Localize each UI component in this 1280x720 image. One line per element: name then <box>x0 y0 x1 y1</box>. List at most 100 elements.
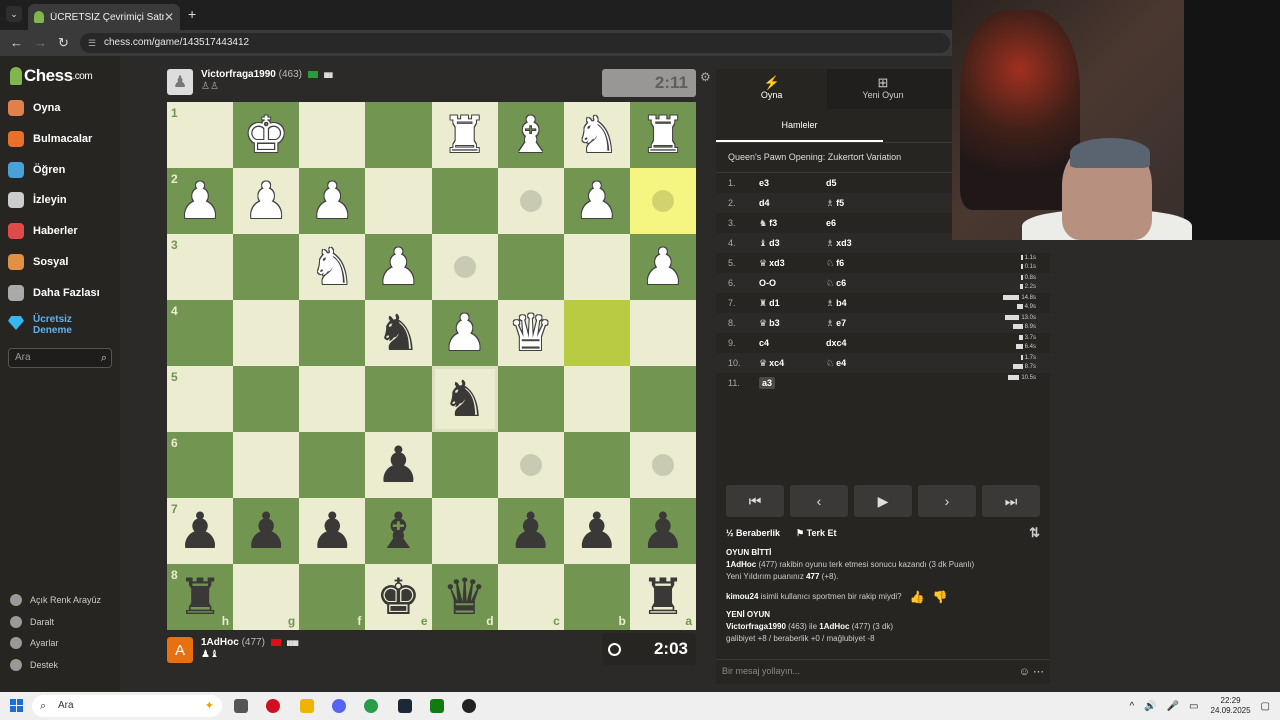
chess-logo[interactable]: Chess .com <box>10 66 93 86</box>
white-move[interactable]: ♜ d1 <box>759 298 826 309</box>
microphone-icon[interactable]: 🎤 <box>1167 701 1179 712</box>
volume-icon[interactable]: 🔊 <box>1144 701 1156 712</box>
sidebar-item-5[interactable]: Sosyal <box>8 254 68 270</box>
board-square[interactable] <box>233 366 300 432</box>
black-knight-piece[interactable]: ♞ <box>442 374 487 424</box>
black-move[interactable]: ♘ c6 <box>826 278 846 289</box>
board-square[interactable]: ♟ <box>365 432 432 498</box>
white-move[interactable]: ♞ f3 <box>759 218 826 229</box>
sidebar-footer-1[interactable]: Daralt <box>10 615 54 628</box>
legal-move-dot[interactable] <box>519 190 542 212</box>
black-pawn-piece[interactable]: ♟ <box>574 506 619 556</box>
black-move[interactable]: d5 <box>826 178 837 188</box>
browser-tab[interactable]: ÜCRETSİZ Çevrimiçi Satranç Oyn ✕ <box>28 4 180 30</box>
board-square[interactable] <box>299 300 366 366</box>
board-square[interactable] <box>629 168 696 234</box>
legal-move-dot[interactable] <box>519 454 542 476</box>
board-square[interactable]: ♜ 8 h <box>167 564 234 630</box>
board-square[interactable]: ♟ 7 <box>167 498 234 564</box>
site-info-icon[interactable]: ☰ <box>88 33 96 53</box>
board-square[interactable]: ♞ <box>431 366 498 432</box>
black-move[interactable]: ♘ e4 <box>826 358 846 369</box>
free-trial-link[interactable]: Ücretsiz Deneme <box>8 314 72 336</box>
notifications-icon[interactable]: ▢ <box>1261 701 1270 712</box>
board-square[interactable]: c <box>497 564 564 630</box>
sidebar-item-6[interactable]: Daha Fazlası <box>8 284 100 301</box>
white-pawn-piece[interactable]: ♟ <box>376 242 421 292</box>
board-square[interactable] <box>365 168 432 234</box>
board-square[interactable] <box>629 300 696 366</box>
new-tab-button[interactable]: + <box>188 6 196 22</box>
file-explorer-icon[interactable] <box>300 699 314 713</box>
board-square[interactable] <box>431 432 498 498</box>
play-button[interactable]: ▶ <box>854 485 912 517</box>
black-pawn-piece[interactable]: ♟ <box>641 506 686 556</box>
board-square[interactable] <box>431 234 498 300</box>
previous-move-button[interactable]: ‹ <box>790 485 848 517</box>
board-square[interactable] <box>563 300 630 366</box>
black-bishop-piece[interactable]: ♝ <box>376 506 421 556</box>
taskbar-search-input[interactable]: ⌕ Ara ✦ <box>32 695 222 717</box>
tab-plus[interactable]: ⊞ Yeni Oyun <box>827 69 938 109</box>
black-queen-piece[interactable]: ♛ <box>442 572 487 622</box>
board-square[interactable] <box>563 432 630 498</box>
avatar[interactable]: A <box>167 637 193 663</box>
board-square[interactable]: ♞ <box>365 300 432 366</box>
white-pawn-piece[interactable]: ♟ <box>310 176 355 226</box>
white-pawn-piece[interactable]: ♟ <box>178 176 223 226</box>
board-square[interactable]: ♚ <box>233 102 300 168</box>
white-queen-piece[interactable]: ♛ <box>508 308 553 358</box>
white-move[interactable]: ♛ b3 <box>759 318 826 329</box>
sidebar-footer-2[interactable]: Ayarlar <box>10 637 58 649</box>
board-square[interactable] <box>497 234 564 300</box>
sidebar-item-3[interactable]: İzleyin <box>8 192 67 209</box>
board-square[interactable]: ♟ <box>365 234 432 300</box>
board-square[interactable]: ♟ <box>497 498 564 564</box>
white-rook-piece[interactable]: ♜ <box>641 110 686 160</box>
black-pawn-piece[interactable]: ♟ <box>376 440 421 490</box>
board-square[interactable]: 6 <box>167 432 234 498</box>
board-square[interactable] <box>233 432 300 498</box>
black-rook-piece[interactable]: ♜ <box>641 572 686 622</box>
board-square[interactable]: ♟ <box>299 498 366 564</box>
result-player[interactable]: 1AdHoc <box>726 560 756 569</box>
opera-icon[interactable] <box>266 699 280 713</box>
network-icon[interactable]: ▭ <box>1189 701 1198 712</box>
board-square[interactable]: ♟ <box>233 168 300 234</box>
task-view-icon[interactable] <box>234 699 248 713</box>
legal-move-dot[interactable] <box>651 190 674 212</box>
board-square[interactable] <box>563 234 630 300</box>
board-square[interactable]: ♞ <box>299 234 366 300</box>
board-square[interactable]: ♟ 2 <box>167 168 234 234</box>
black-move[interactable]: ♗ xd3 <box>826 238 852 249</box>
steam-icon[interactable] <box>398 699 412 713</box>
sidebar-item-1[interactable]: Bulmacalar <box>8 130 92 147</box>
windows-start-icon[interactable] <box>10 699 23 712</box>
draw-button[interactable]: ½ Beraberlik <box>726 528 780 538</box>
board-square[interactable]: ♛ <box>497 300 564 366</box>
board-square[interactable]: ♛ d <box>431 564 498 630</box>
board-square[interactable]: ♟ <box>563 498 630 564</box>
black-king-piece[interactable]: ♚ <box>376 572 421 622</box>
white-bishop-piece[interactable]: ♝ <box>508 110 553 160</box>
tray-chevron-icon[interactable]: ^ <box>1129 701 1134 712</box>
white-pawn-piece[interactable]: ♟ <box>574 176 619 226</box>
forward-icon[interactable]: → <box>34 35 47 50</box>
black-move[interactable]: ♗ b4 <box>826 298 847 309</box>
board-square[interactable]: ♜ <box>431 102 498 168</box>
board-square[interactable] <box>431 168 498 234</box>
white-move[interactable]: ♛ xc4 <box>759 358 826 369</box>
emoji-icon[interactable]: ☺ ⋯ <box>1019 665 1044 678</box>
board-square[interactable] <box>431 498 498 564</box>
white-move[interactable]: ♝ d3 <box>759 238 826 249</box>
board-square[interactable] <box>497 168 564 234</box>
board-square[interactable]: 3 <box>167 234 234 300</box>
legal-move-dot[interactable] <box>453 256 476 278</box>
thumbs-down-icon[interactable]: 👎 <box>933 591 948 603</box>
black-move[interactable]: ♗ e7 <box>826 318 846 329</box>
chrome-icon[interactable] <box>364 699 378 713</box>
white-knight-piece[interactable]: ♞ <box>574 110 619 160</box>
legal-move-dot[interactable] <box>651 454 674 476</box>
black-pawn-piece[interactable]: ♟ <box>244 506 289 556</box>
board-square[interactable]: g <box>233 564 300 630</box>
